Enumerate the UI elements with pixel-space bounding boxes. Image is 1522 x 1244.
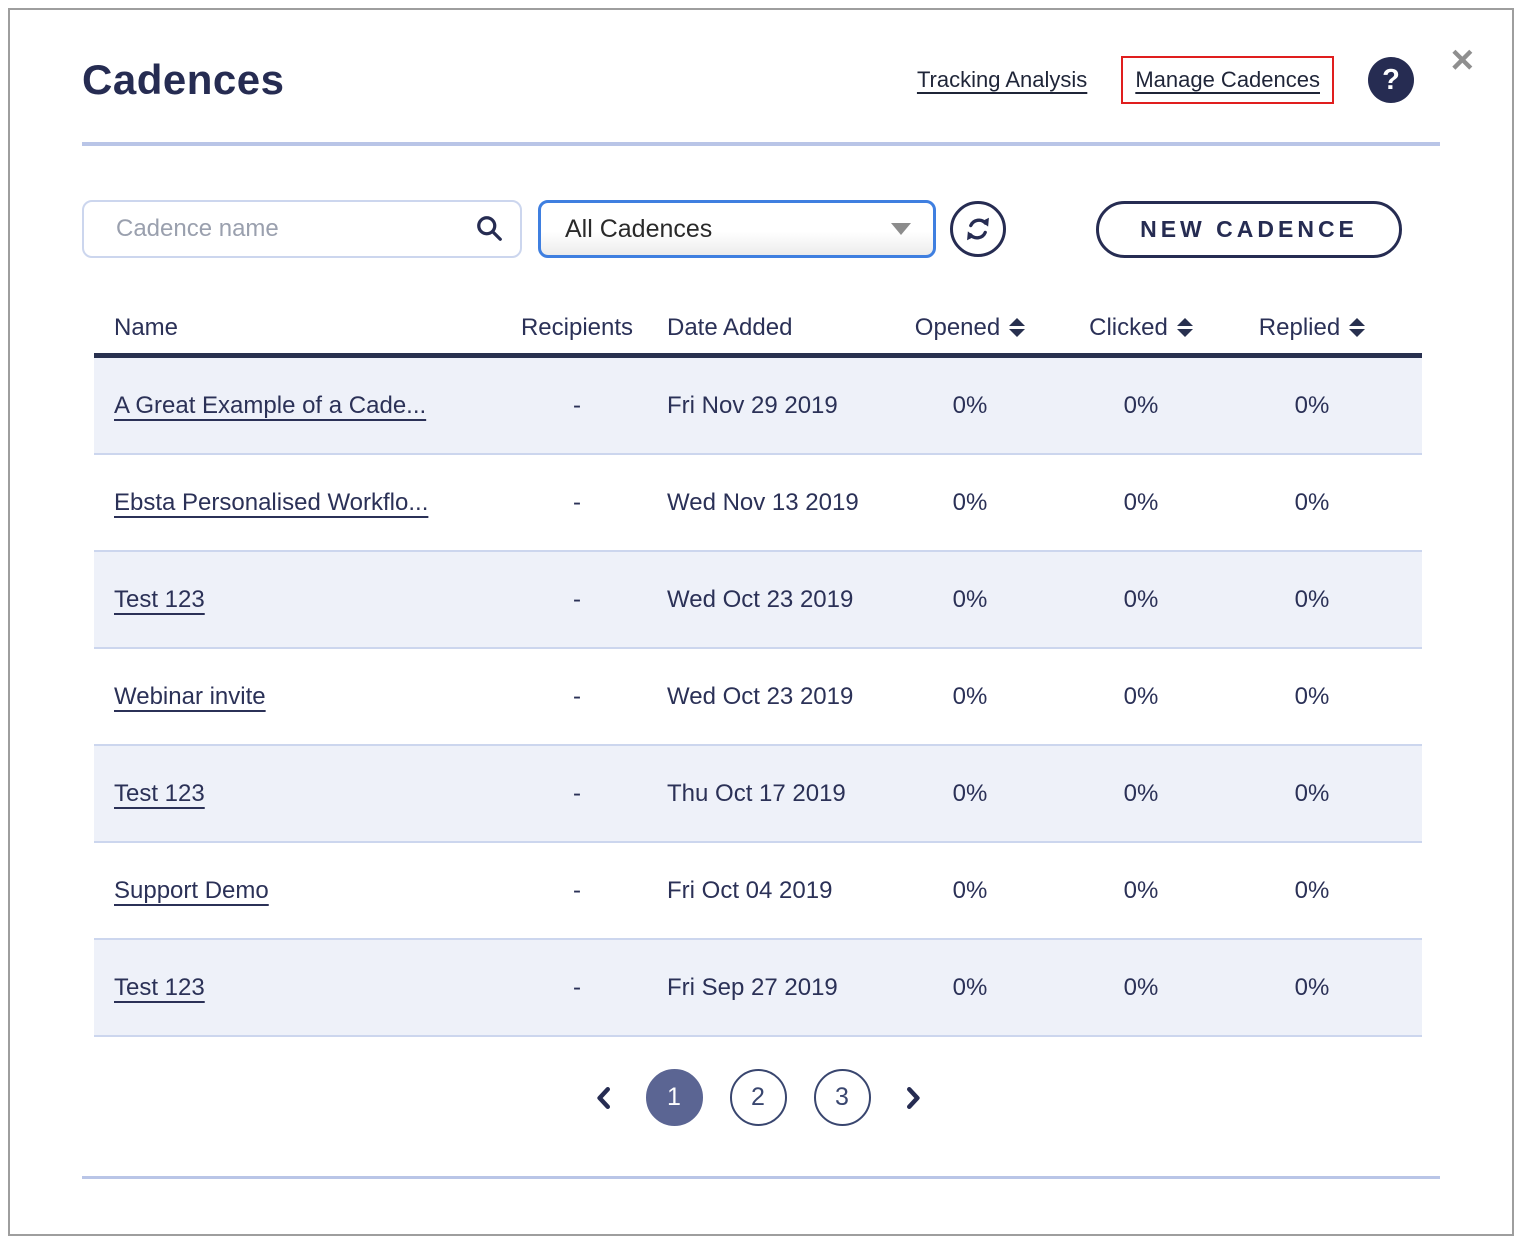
header: Cadences Tracking Analysis Manage Cadenc… xyxy=(82,56,1440,104)
date-added-value: Fri Nov 29 2019 xyxy=(642,392,884,420)
column-header-recipients: Recipients xyxy=(512,314,642,342)
recipients-value: - xyxy=(512,586,642,614)
new-cadence-button[interactable]: NEW CADENCE xyxy=(1096,201,1402,258)
page-button-3[interactable]: 3 xyxy=(814,1069,871,1126)
page-button-1[interactable]: 1 xyxy=(646,1069,703,1126)
table-row: Ebsta Personalised Workflo... - Wed Nov … xyxy=(94,455,1422,552)
table-row: Support Demo - Fri Oct 04 2019 0% 0% 0% xyxy=(94,843,1422,940)
table-row: Test 123 - Wed Oct 23 2019 0% 0% 0% xyxy=(94,552,1422,649)
cadence-name-link[interactable]: Ebsta Personalised Workflo... xyxy=(114,489,428,516)
clicked-value: 0% xyxy=(1056,877,1226,905)
cadence-filter-select[interactable]: All Cadences xyxy=(538,200,936,258)
cadences-modal: × Cadences Tracking Analysis Manage Cade… xyxy=(8,8,1514,1236)
cadence-name-link[interactable]: Test 123 xyxy=(114,974,205,1001)
date-added-value: Fri Sep 27 2019 xyxy=(642,974,884,1002)
opened-value: 0% xyxy=(884,683,1056,711)
clicked-value: 0% xyxy=(1056,683,1226,711)
search-field-wrap xyxy=(82,200,522,258)
clicked-label: Clicked xyxy=(1089,314,1168,342)
table-row: Webinar invite - Wed Oct 23 2019 0% 0% 0… xyxy=(94,649,1422,746)
chevron-down-icon xyxy=(891,223,911,235)
date-added-value: Thu Oct 17 2019 xyxy=(642,780,884,808)
table-row: A Great Example of a Cade... - Fri Nov 2… xyxy=(94,358,1422,455)
date-added-value: Fri Oct 04 2019 xyxy=(642,877,884,905)
close-icon[interactable]: × xyxy=(1451,40,1474,80)
opened-value: 0% xyxy=(884,392,1056,420)
pagination: 1 2 3 xyxy=(94,1069,1422,1126)
replied-value: 0% xyxy=(1226,877,1398,905)
search-icon[interactable] xyxy=(474,213,504,243)
refresh-icon xyxy=(962,213,994,245)
recipients-value: - xyxy=(512,392,642,420)
cadence-filter-value: All Cadences xyxy=(565,215,712,244)
table-row: Test 123 - Thu Oct 17 2019 0% 0% 0% xyxy=(94,746,1422,843)
column-header-clicked[interactable]: Clicked xyxy=(1056,314,1226,342)
table-header: Name Recipients Date Added Opened Clicke… xyxy=(94,302,1422,358)
column-header-name: Name xyxy=(94,314,512,342)
recipients-value: - xyxy=(512,780,642,808)
column-header-replied[interactable]: Replied xyxy=(1226,314,1398,342)
toolbar: All Cadences NEW CADENCE xyxy=(82,200,1440,258)
cadence-name-link[interactable]: A Great Example of a Cade... xyxy=(114,392,426,419)
recipients-value: - xyxy=(512,683,642,711)
date-added-value: Wed Nov 13 2019 xyxy=(642,489,884,517)
search-input[interactable] xyxy=(82,200,522,258)
cadence-name-link[interactable]: Test 123 xyxy=(114,780,205,807)
refresh-button[interactable] xyxy=(950,201,1006,257)
next-page-icon[interactable] xyxy=(898,1083,928,1113)
replied-value: 0% xyxy=(1226,489,1398,517)
prev-page-icon[interactable] xyxy=(589,1083,619,1113)
opened-value: 0% xyxy=(884,974,1056,1002)
sort-icon xyxy=(1349,318,1365,337)
cadence-name-link[interactable]: Webinar invite xyxy=(114,683,266,710)
page-title: Cadences xyxy=(82,56,284,104)
manage-cadences-link[interactable]: Manage Cadences xyxy=(1135,67,1320,92)
help-icon[interactable]: ? xyxy=(1368,57,1414,103)
replied-value: 0% xyxy=(1226,780,1398,808)
clicked-value: 0% xyxy=(1056,489,1226,517)
recipients-value: - xyxy=(512,489,642,517)
page-button-2[interactable]: 2 xyxy=(730,1069,787,1126)
column-header-date-added: Date Added xyxy=(642,314,884,342)
date-added-value: Wed Oct 23 2019 xyxy=(642,586,884,614)
header-links: Tracking Analysis Manage Cadences ? xyxy=(917,56,1414,104)
recipients-value: - xyxy=(512,877,642,905)
column-header-opened[interactable]: Opened xyxy=(884,314,1056,342)
clicked-value: 0% xyxy=(1056,974,1226,1002)
opened-value: 0% xyxy=(884,780,1056,808)
opened-value: 0% xyxy=(884,586,1056,614)
clicked-value: 0% xyxy=(1056,586,1226,614)
replied-value: 0% xyxy=(1226,683,1398,711)
cadence-name-link[interactable]: Test 123 xyxy=(114,586,205,613)
sort-icon xyxy=(1177,318,1193,337)
replied-label: Replied xyxy=(1259,314,1340,342)
replied-value: 0% xyxy=(1226,974,1398,1002)
opened-value: 0% xyxy=(884,489,1056,517)
manage-cadences-highlight-box: Manage Cadences xyxy=(1121,56,1334,104)
tracking-analysis-link[interactable]: Tracking Analysis xyxy=(917,67,1087,93)
recipients-value: - xyxy=(512,974,642,1002)
clicked-value: 0% xyxy=(1056,392,1226,420)
table-row: Test 123 - Fri Sep 27 2019 0% 0% 0% xyxy=(94,940,1422,1037)
opened-label: Opened xyxy=(915,314,1000,342)
footer-divider xyxy=(82,1176,1440,1179)
sort-icon xyxy=(1009,318,1025,337)
replied-value: 0% xyxy=(1226,586,1398,614)
cadences-table: Name Recipients Date Added Opened Clicke… xyxy=(94,302,1422,1037)
replied-value: 0% xyxy=(1226,392,1398,420)
opened-value: 0% xyxy=(884,877,1056,905)
header-divider xyxy=(82,142,1440,146)
clicked-value: 0% xyxy=(1056,780,1226,808)
cadence-name-link[interactable]: Support Demo xyxy=(114,877,269,904)
date-added-value: Wed Oct 23 2019 xyxy=(642,683,884,711)
